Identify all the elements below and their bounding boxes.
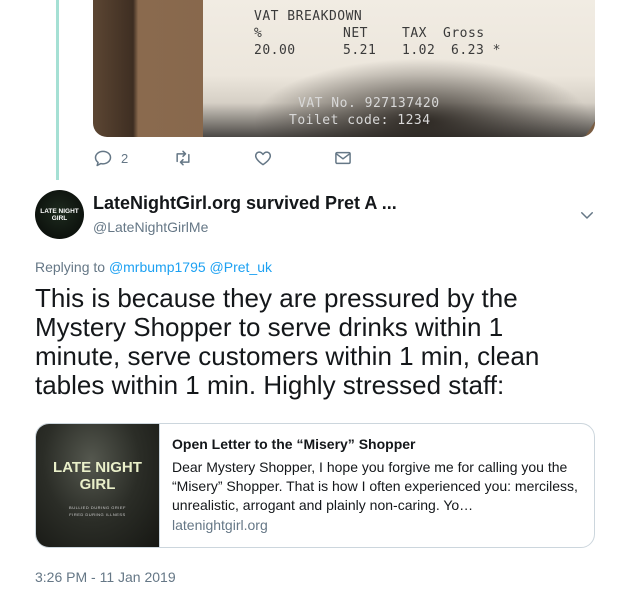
replying-to: Replying to @mrbump1795 @Pret_uk bbox=[35, 259, 272, 275]
card-thumbnail-sub-1: BULLIED DURING GRIEF bbox=[69, 505, 126, 510]
card-thumbnail-sub-2: FIRED DURING ILLNESS bbox=[69, 512, 126, 517]
tweet-text: This is because they are pressured by th… bbox=[35, 283, 540, 400]
card-domain: latenightgirl.org bbox=[172, 517, 268, 533]
card-thumbnail-subtitle: BULLIED DURING GRIEF FIRED DURING ILLNES… bbox=[36, 504, 159, 518]
reply-icon bbox=[94, 150, 112, 167]
receipt-row-pct: 20.00 bbox=[254, 43, 296, 58]
card-thumbnail-title: LATE NIGHT GIRL bbox=[53, 459, 142, 493]
link-preview-card[interactable]: LATE NIGHT GIRL BULLIED DURING GRIEF FIR… bbox=[35, 423, 595, 548]
heart-icon bbox=[254, 151, 272, 166]
thread-connector-line bbox=[56, 0, 59, 180]
receipt-photo[interactable]: VAT BREAKDOWN % NET TAX Gross 20.00 5.21… bbox=[93, 0, 595, 137]
avatar[interactable]: LATE NIGHT GIRL bbox=[35, 190, 84, 239]
direct-message-button[interactable] bbox=[333, 148, 353, 168]
replying-prefix: Replying to bbox=[35, 259, 106, 275]
receipt-vat-number: VAT No. 927137420 bbox=[298, 96, 440, 111]
receipt-row-gross: 6.23 * bbox=[451, 43, 501, 58]
receipt-row-tax: 1.02 bbox=[402, 43, 436, 58]
display-name[interactable]: LateNightGirl.org survived Pret A ... bbox=[93, 193, 397, 214]
retweet-button[interactable] bbox=[173, 148, 193, 168]
reply-count: 2 bbox=[121, 150, 129, 166]
receipt-col-tax: TAX bbox=[402, 26, 427, 41]
reply-button[interactable]: 2 bbox=[93, 148, 128, 168]
receipt-col-net: NET bbox=[343, 26, 368, 41]
like-button[interactable] bbox=[253, 148, 273, 168]
card-description: Dear Mystery Shopper, I hope you forgive… bbox=[172, 459, 578, 513]
receipt-row-net: 5.21 bbox=[343, 43, 377, 58]
card-title: Open Letter to the “Misery” Shopper bbox=[172, 436, 416, 452]
avatar-logo-text: LATE NIGHT GIRL bbox=[40, 207, 79, 222]
mention-link[interactable]: @mrbump1795 bbox=[109, 259, 206, 275]
receipt-col-pct: % bbox=[254, 26, 263, 41]
receipt-col-gross: Gross bbox=[443, 26, 485, 41]
receipt-toilet-code: Toilet code: 1234 bbox=[289, 113, 431, 128]
retweet-icon bbox=[176, 150, 190, 166]
envelope-icon bbox=[335, 151, 351, 165]
user-handle[interactable]: @LateNightGirlMe bbox=[93, 219, 208, 235]
receipt-heading: VAT BREAKDOWN bbox=[254, 9, 363, 24]
chevron-down-icon[interactable] bbox=[578, 206, 596, 224]
card-thumbnail: LATE NIGHT GIRL BULLIED DURING GRIEF FIR… bbox=[36, 424, 160, 547]
mention-link[interactable]: @Pret_uk bbox=[210, 259, 272, 275]
tweet-timestamp[interactable]: 3:26 PM - 11 Jan 2019 bbox=[35, 569, 176, 585]
